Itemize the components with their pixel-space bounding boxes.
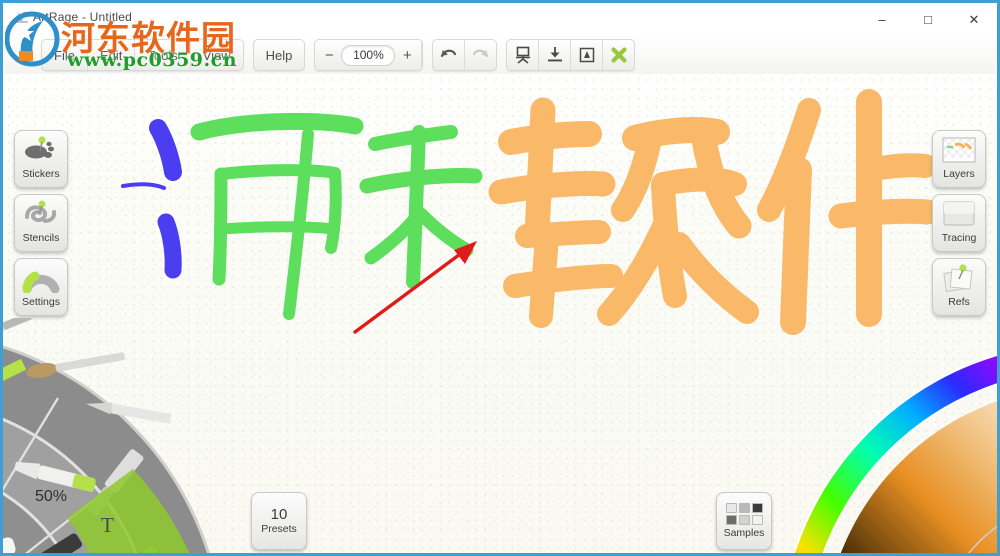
presets-count: 10 xyxy=(270,506,288,523)
artrage-window: ArtRage - Untitled – □ ✕ File Edit Tools… xyxy=(0,0,1000,556)
refs-button[interactable]: Refs xyxy=(932,258,986,316)
refs-label: Refs xyxy=(948,296,970,308)
stencil-swirl-icon xyxy=(19,197,63,231)
tracing-label: Tracing xyxy=(941,232,977,244)
tracing-image-icon xyxy=(937,197,981,231)
stroke-ruan-orange xyxy=(488,97,759,328)
close-button[interactable]: ✕ xyxy=(951,3,997,36)
menu-help[interactable]: Help xyxy=(254,40,305,70)
help-menu-group: Help xyxy=(252,39,306,71)
settings-label: Settings xyxy=(22,296,60,308)
stencils-button[interactable]: Stencils xyxy=(14,194,68,252)
stroke-jian-orange xyxy=(757,89,940,335)
presets-label: Presets xyxy=(261,523,297,535)
maximize-button[interactable]: □ xyxy=(905,3,951,36)
samples-label: Samples xyxy=(723,526,765,539)
redo-button[interactable] xyxy=(465,40,496,70)
layers-button[interactable]: Layers xyxy=(932,130,986,188)
canvas-reference-icon xyxy=(579,47,595,63)
color-picker-wheel[interactable]: Metallic 0% xyxy=(765,328,1000,556)
presets-button[interactable]: 10 Presets xyxy=(251,492,307,550)
menu-tools[interactable]: Tools xyxy=(135,40,191,70)
tracing-button[interactable]: Tracing xyxy=(932,194,986,252)
samples-button[interactable]: Samples xyxy=(716,492,772,550)
main-menu-group: File Edit Tools View xyxy=(41,39,244,71)
view-tools-group xyxy=(506,39,636,71)
easel-icon xyxy=(515,46,530,64)
zoom-in-button[interactable]: + xyxy=(397,47,417,64)
undo-button[interactable] xyxy=(433,40,466,70)
app-icon xyxy=(14,11,28,23)
zoom-group: − 100% + xyxy=(314,39,424,71)
minimize-button[interactable]: – xyxy=(859,3,905,36)
samples-swatch-grid xyxy=(725,502,763,525)
layers-label: Layers xyxy=(943,168,975,180)
flatten-down-arrow-icon xyxy=(547,47,562,62)
redo-arrow-icon xyxy=(473,49,489,57)
stickers-button[interactable]: Stickers xyxy=(14,130,68,188)
menu-row: File Edit Tools View Help − 100% + xyxy=(41,39,644,71)
hue-selector[interactable] xyxy=(869,410,881,422)
footprints-icon xyxy=(19,133,63,167)
menu-view[interactable]: View xyxy=(191,40,243,70)
zoom-field: − 100% + xyxy=(315,40,423,70)
reference-pin-icon xyxy=(937,261,981,295)
flatten-button[interactable] xyxy=(539,40,572,70)
stickers-label: Stickers xyxy=(22,168,60,180)
menu-file[interactable]: File xyxy=(42,40,88,70)
window-title: ArtRage - Untitled xyxy=(33,10,132,24)
stroke-dong-green xyxy=(359,125,483,289)
layers-thumbnail-icon xyxy=(937,133,981,167)
text-T-icon[interactable]: T xyxy=(101,513,114,538)
stroke-shui-radical-blue xyxy=(121,119,182,279)
stencils-label: Stencils xyxy=(22,232,60,244)
title-bar: ArtRage - Untitled – □ ✕ xyxy=(3,3,997,36)
green-x-icon xyxy=(611,47,627,63)
drawing-canvas[interactable]: Stickers Stencils Settings Layers Tracin… xyxy=(0,74,1000,556)
canvas-reference-button[interactable] xyxy=(571,40,604,70)
undo-arrow-icon xyxy=(441,49,457,57)
arc-gauge-icon xyxy=(19,261,63,295)
stroke-he-green xyxy=(190,112,364,320)
tool-picker-wheel[interactable]: T xyxy=(0,318,237,556)
brush-size-value: 50% xyxy=(35,488,68,505)
settings-button[interactable]: Settings xyxy=(14,258,68,316)
zoom-out-button[interactable]: − xyxy=(319,47,339,64)
menu-edit[interactable]: Edit xyxy=(88,40,136,70)
window-controls: – □ ✕ xyxy=(859,3,997,36)
easel-button[interactable] xyxy=(507,40,540,70)
history-group xyxy=(432,39,498,71)
zoom-value[interactable]: 100% xyxy=(341,44,396,66)
red-arrow-annotation xyxy=(353,241,477,334)
close-canvas-button[interactable] xyxy=(603,40,634,70)
